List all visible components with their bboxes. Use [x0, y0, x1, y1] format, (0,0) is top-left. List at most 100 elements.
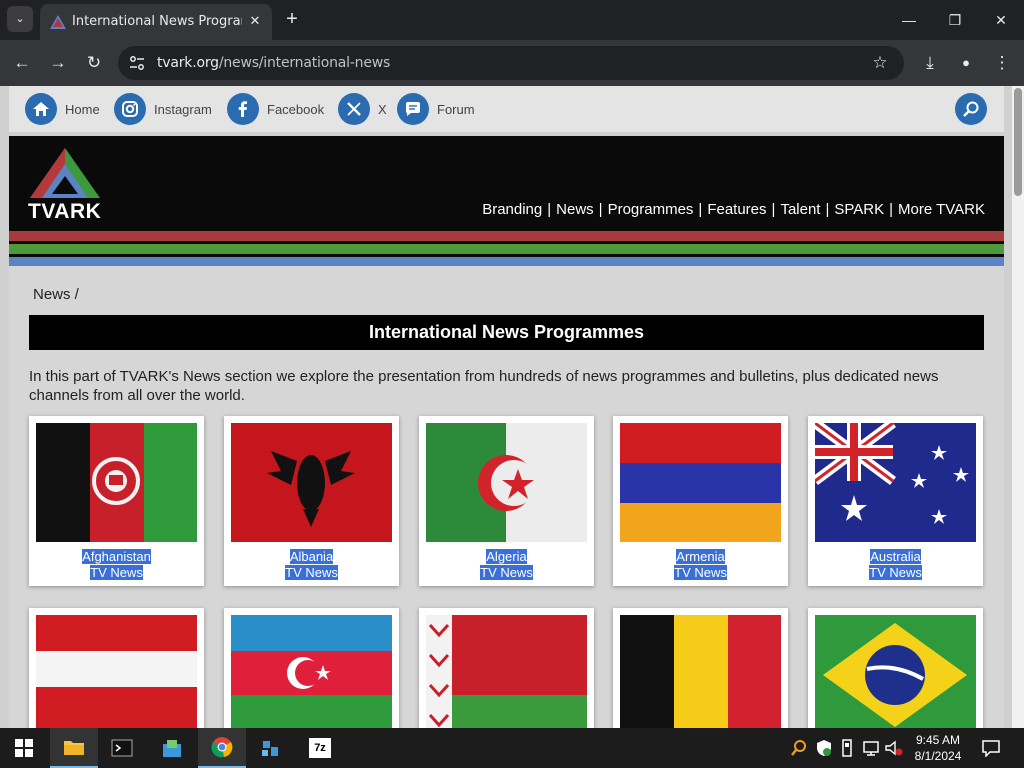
7zip-button[interactable]: 7z — [296, 728, 344, 768]
scrollbar-thumb[interactable] — [1014, 88, 1022, 196]
facebook-icon — [227, 93, 259, 125]
menu-more-tvark[interactable]: More TVARK — [898, 201, 985, 218]
reload-button[interactable]: ↻ — [82, 51, 106, 75]
tab-title: International News Programmes — [72, 14, 242, 29]
back-button[interactable]: ← — [10, 51, 34, 75]
card-australia[interactable]: Australia TV News — [808, 416, 983, 586]
card-subtitle: TV News — [285, 565, 338, 580]
instagram-link[interactable]: Instagram — [114, 93, 212, 125]
belgium-flag-icon — [620, 615, 781, 728]
search-icon[interactable] — [955, 93, 987, 125]
menu-talent[interactable]: Talent — [780, 201, 820, 218]
menu-features[interactable]: Features — [707, 201, 766, 218]
tab-search-button[interactable]: ⌄ — [7, 6, 33, 32]
card-belarus[interactable] — [419, 608, 594, 728]
country-name: Australia — [870, 549, 921, 564]
forum-link[interactable]: Forum — [397, 93, 475, 125]
menu-separator: | — [598, 201, 603, 218]
chrome-button[interactable] — [198, 728, 246, 768]
country-name: Afghanistan — [82, 549, 151, 564]
card-brazil[interactable] — [808, 608, 983, 728]
austria-flag-icon — [36, 615, 197, 728]
card-label: Afghanistan TV News — [29, 549, 204, 581]
albania-flag-icon — [231, 423, 392, 542]
tvark-logo-text[interactable]: TVARK — [28, 200, 101, 224]
card-label: Albania TV News — [224, 549, 399, 581]
network-app-icon — [262, 741, 278, 756]
clock-time: 9:45 AM — [915, 733, 961, 747]
algeria-flag-icon — [426, 423, 587, 542]
system-clock[interactable]: 9:45 AM 8/1/2024 — [906, 732, 970, 764]
site-banner: TVARK Branding | News | Programmes | Features |… — [9, 136, 1004, 260]
azerbaijan-flag-icon — [231, 615, 392, 728]
home-link[interactable]: Home — [25, 93, 100, 125]
x-link[interactable]: X — [338, 93, 387, 125]
minimize-button[interactable]: — — [894, 6, 924, 34]
usb-device-icon[interactable] — [840, 739, 854, 757]
notifications-icon[interactable] — [982, 739, 1000, 757]
menu-spark[interactable]: SPARK — [834, 201, 884, 218]
clock-date: 8/1/2024 — [914, 749, 962, 763]
url-host: tvark.org — [157, 55, 219, 71]
home-icon — [25, 93, 57, 125]
close-window-button[interactable]: ✕ — [986, 6, 1016, 34]
menu-separator: | — [771, 201, 776, 218]
green-stripe — [9, 244, 1004, 254]
tvark-favicon-icon — [50, 15, 66, 29]
menu-programmes[interactable]: Programmes — [608, 201, 694, 218]
app-installer-icon — [163, 740, 181, 757]
site-info-icon[interactable] — [128, 54, 146, 72]
brazil-flag-icon — [815, 615, 976, 728]
card-afghanistan[interactable]: Afghanistan TV News — [29, 416, 204, 586]
home-label: Home — [65, 101, 100, 117]
page-viewport: Home Instagram Facebook X Forum TVARK Br… — [0, 86, 1024, 728]
profile-icon[interactable]: ● — [954, 51, 978, 75]
country-name: Armenia — [676, 549, 725, 564]
start-button[interactable] — [0, 728, 48, 768]
card-albania[interactable]: Albania TV News — [224, 416, 399, 586]
belarus-flag-icon — [426, 615, 587, 728]
maximize-button[interactable]: ❐ — [940, 6, 970, 34]
bookmark-star-icon[interactable]: ☆ — [868, 51, 892, 75]
menu-separator: | — [547, 201, 552, 218]
card-algeria[interactable]: Algeria TV News — [419, 416, 594, 586]
red-stripe — [9, 231, 1004, 241]
breadcrumb[interactable]: News / — [33, 286, 79, 303]
card-armenia[interactable]: Armenia TV News — [613, 416, 788, 586]
tvark-logo-icon[interactable] — [28, 146, 102, 200]
terminal-button[interactable] — [98, 728, 146, 768]
facebook-link[interactable]: Facebook — [227, 93, 324, 125]
menu-news[interactable]: News — [556, 201, 594, 218]
address-bar[interactable]: tvark.org/news/international-news ☆ — [118, 46, 904, 80]
card-belgium[interactable] — [613, 608, 788, 728]
network-icon[interactable] — [862, 739, 880, 757]
browser-tab[interactable]: International News Programmes ✕ — [40, 4, 272, 40]
forward-button[interactable]: → — [46, 51, 70, 75]
new-tab-button[interactable]: + — [282, 8, 302, 30]
folder-icon — [64, 741, 84, 755]
card-label: Australia TV News — [808, 549, 983, 581]
search-tray-icon[interactable] — [790, 739, 808, 757]
social-bar: Home Instagram Facebook X Forum — [9, 86, 1004, 132]
terminal-icon — [111, 739, 133, 757]
x-label: X — [378, 101, 387, 117]
card-azerbaijan[interactable] — [224, 608, 399, 728]
card-label: Algeria TV News — [419, 549, 594, 581]
volume-muted-icon[interactable] — [884, 739, 904, 757]
url-path: /news/international-news — [218, 55, 391, 71]
network-app-button[interactable] — [246, 728, 294, 768]
menu-branding[interactable]: Branding — [482, 201, 542, 218]
card-subtitle: TV News — [869, 565, 922, 580]
download-icon[interactable]: ⤓ — [918, 51, 942, 75]
tab-close-button[interactable]: ✕ — [246, 12, 264, 30]
file-explorer-button[interactable] — [50, 728, 98, 768]
browser-menu-icon[interactable]: ⋮ — [990, 51, 1014, 75]
intro-text: In this part of TVARK's News section we … — [29, 368, 939, 404]
security-shield-icon[interactable] — [816, 739, 832, 757]
card-subtitle: TV News — [674, 565, 727, 580]
page-scrollbar[interactable] — [1012, 86, 1024, 728]
app-installer-button[interactable] — [148, 728, 196, 768]
card-austria[interactable] — [29, 608, 204, 728]
country-name: Albania — [289, 549, 334, 564]
windows-taskbar: 7z 9:45 AM 8/1/2024 — [0, 728, 1024, 768]
